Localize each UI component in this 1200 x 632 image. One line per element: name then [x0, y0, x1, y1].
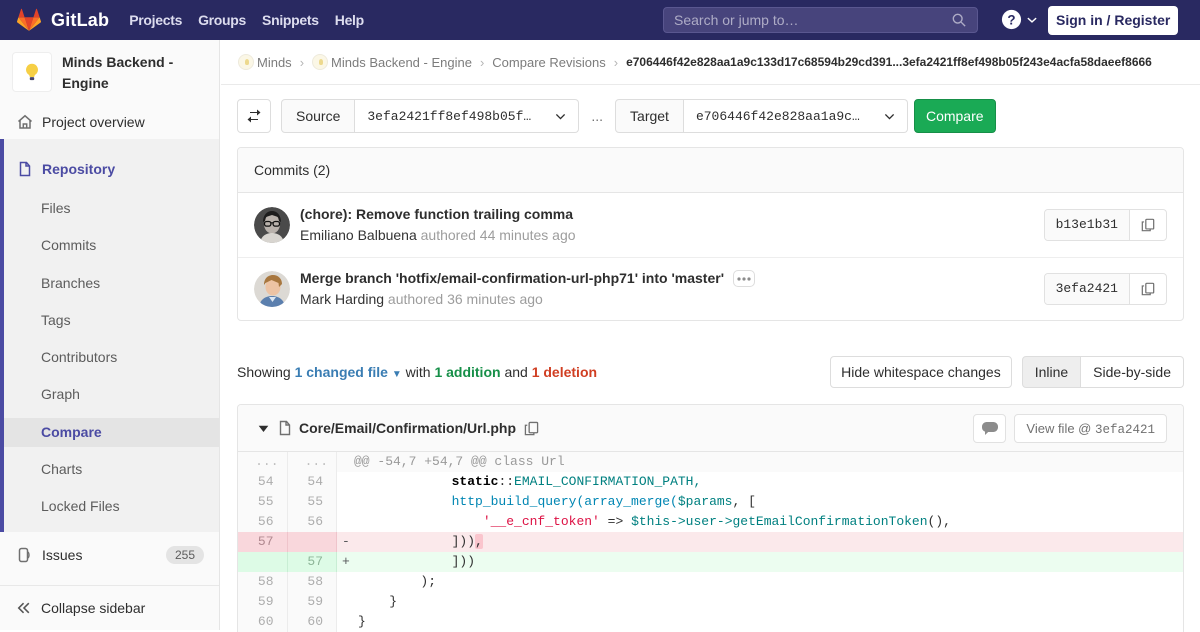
svg-text:?: ?: [1007, 12, 1015, 27]
